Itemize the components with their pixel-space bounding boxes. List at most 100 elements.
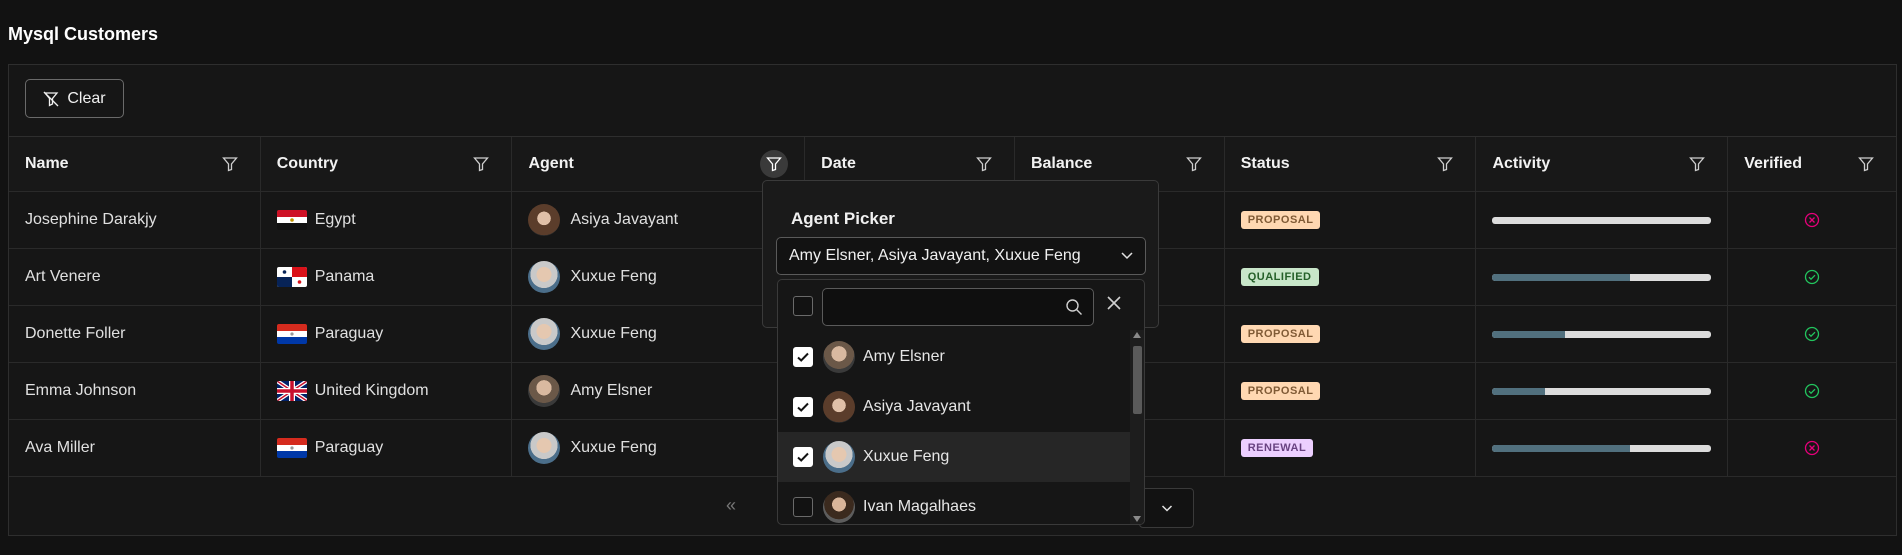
verified-cell: [1728, 306, 1896, 362]
option-label: Xuxue Feng: [863, 448, 950, 465]
scrollbar[interactable]: [1130, 330, 1144, 524]
close-icon[interactable]: [1105, 294, 1123, 312]
option-checkbox[interactable]: [793, 447, 813, 467]
table-toolbar: Clear: [9, 65, 1896, 137]
list-item[interactable]: Xuxue Feng: [778, 432, 1130, 482]
filter-icon[interactable]: [1852, 150, 1880, 178]
multiselect-panel: Amy Elsner Asiya Javayant Xuxue Feng Iva…: [777, 279, 1145, 525]
country-cell: Paraguay: [261, 420, 513, 476]
agent-label: Xuxue Feng: [570, 439, 657, 456]
option-checkbox[interactable]: [793, 397, 813, 417]
list-item[interactable]: Amy Elsner: [778, 332, 1130, 382]
activity-bar-fill: [1492, 273, 1631, 281]
option-label: Ivan Magalhaes: [863, 498, 976, 515]
activity-cell: [1476, 420, 1729, 476]
avatar: [528, 432, 561, 464]
option-checkbox[interactable]: [793, 347, 813, 367]
list-item[interactable]: Asiya Javayant: [778, 382, 1130, 432]
column-header-label: Name: [25, 155, 69, 172]
avatar: [823, 391, 855, 423]
column-header-status: Status: [1225, 137, 1477, 191]
scroll-down-icon[interactable]: [1133, 516, 1141, 522]
agent-multiselect[interactable]: Amy Elsner, Asiya Javayant, Xuxue Feng: [776, 237, 1146, 275]
chevron-down-icon: [1161, 505, 1172, 512]
filter-icon[interactable]: [467, 150, 495, 178]
scroll-up-icon[interactable]: [1133, 332, 1141, 338]
activity-bar: [1492, 330, 1712, 338]
check-circle-icon: [1804, 269, 1820, 285]
verified-cell: [1728, 420, 1896, 476]
column-header-label: Status: [1240, 155, 1290, 172]
status-badge: QUALIFIED: [1240, 268, 1319, 286]
activity-bar: [1492, 387, 1712, 395]
status-badge: PROPOSAL: [1240, 211, 1321, 229]
option-checkbox[interactable]: [793, 497, 813, 517]
filter-icon[interactable]: [1683, 150, 1711, 178]
status-cell: PROPOSAL: [1225, 363, 1477, 419]
filter-icon[interactable]: [970, 150, 998, 178]
double-chevron-left-icon[interactable]: «: [726, 495, 736, 516]
multiselect-value: Amy Elsner, Asiya Javayant, Xuxue Feng: [789, 247, 1081, 264]
activity-bar: [1492, 273, 1712, 281]
check-circle-icon: [1804, 383, 1820, 399]
agent-label: Xuxue Feng: [570, 325, 657, 342]
verified-cell: [1728, 192, 1896, 248]
activity-cell: [1476, 306, 1729, 362]
name-cell: Donette Foller: [9, 306, 261, 362]
avatar: [823, 491, 855, 523]
activity-bar-fill: [1492, 444, 1631, 452]
country-label: Paraguay: [314, 325, 384, 342]
scrollbar-thumb[interactable]: [1133, 346, 1142, 414]
paraguay-flag-icon: [276, 438, 307, 458]
activity-bar: [1492, 216, 1712, 224]
filter-icon[interactable]: [216, 150, 244, 178]
clear-filters-button[interactable]: Clear: [25, 79, 124, 118]
column-header-label: Activity: [1492, 155, 1551, 172]
check-circle-icon: [1804, 326, 1820, 342]
option-label: Amy Elsner: [863, 348, 945, 365]
status-badge: PROPOSAL: [1240, 382, 1321, 400]
multiselect-search-input[interactable]: [822, 288, 1094, 326]
avatar: [823, 341, 855, 373]
multiselect-panel-header: [778, 280, 1144, 330]
activity-bar: [1492, 444, 1712, 452]
clear-button-label: Clear: [67, 89, 106, 107]
filter-icon[interactable]: [1180, 150, 1208, 178]
name-cell: Art Venere: [9, 249, 261, 305]
activity-cell: [1476, 249, 1729, 305]
select-all-checkbox[interactable]: [793, 296, 813, 316]
times-circle-icon: [1804, 212, 1820, 228]
page-title: Mysql Customers: [8, 24, 159, 44]
verified-cell: [1728, 363, 1896, 419]
column-header-label: Verified: [1744, 155, 1802, 172]
filter-icon[interactable]: [760, 150, 789, 178]
agent-cell: Xuxue Feng: [512, 420, 806, 476]
agent-label: Asiya Javayant: [570, 211, 679, 228]
check-icon: [797, 452, 809, 462]
column-header-verified: Verified: [1728, 137, 1896, 191]
paraguay-flag-icon: [276, 324, 307, 344]
united-kingdom-flag-icon: [276, 381, 307, 401]
panama-flag-icon: [276, 267, 307, 287]
filter-icon[interactable]: [1431, 150, 1459, 178]
avatar: [528, 318, 561, 350]
name-cell: Josephine Darakjy: [9, 192, 261, 248]
status-badge: PROPOSAL: [1240, 325, 1321, 343]
country-cell: Paraguay: [261, 306, 513, 362]
chevron-down-icon: [1121, 252, 1133, 260]
search-icon: [1066, 299, 1082, 315]
avatar: [528, 375, 561, 407]
agent-picker-title: Agent Picker: [791, 209, 895, 228]
country-label: Panama: [314, 268, 375, 285]
column-header-country: Country: [261, 137, 513, 191]
column-header-label: Agent: [528, 155, 574, 172]
status-cell: RENEWAL: [1225, 420, 1477, 476]
country-label: Paraguay: [314, 439, 384, 456]
country-label: United Kingdom: [314, 382, 429, 399]
list-item[interactable]: Ivan Magalhaes: [778, 482, 1130, 524]
rows-per-page-dropdown[interactable]: [1139, 488, 1194, 528]
times-circle-icon: [1804, 440, 1820, 456]
name-cell: Ava Miller: [9, 420, 261, 476]
egypt-flag-icon: [276, 210, 307, 230]
column-header-label: Date: [821, 155, 856, 172]
